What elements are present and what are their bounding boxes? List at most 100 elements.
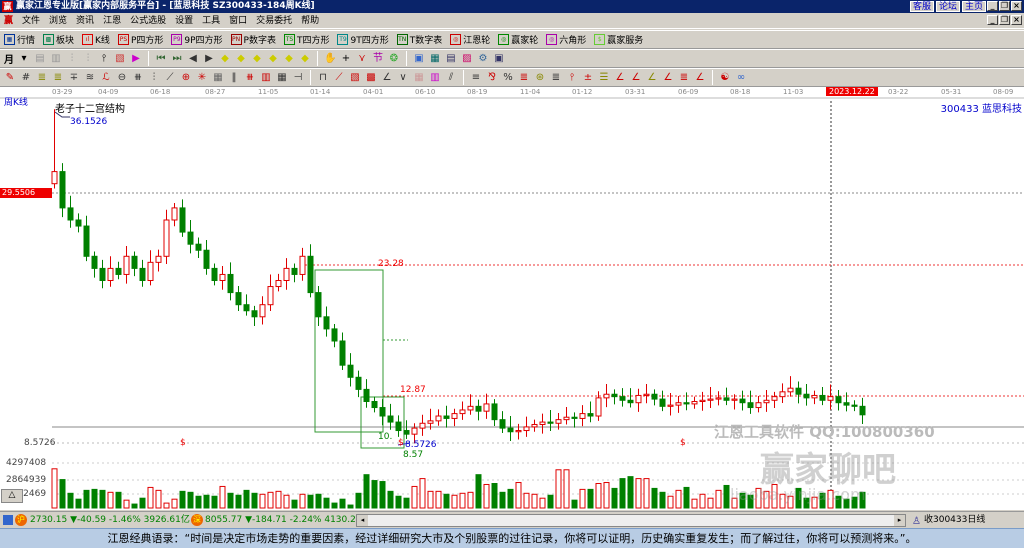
menu-news[interactable]: 资讯: [76, 13, 94, 28]
toolbar-button-p9-square[interactable]: P9 9P四方形: [171, 33, 223, 46]
angle2-icon[interactable]: ∠: [381, 72, 393, 84]
close-button[interactable]: ×: [1011, 1, 1022, 11]
flag-icon[interactable]: ▶: [130, 53, 142, 65]
levels-icon[interactable]: ≣: [550, 72, 562, 84]
bar-icon[interactable]: ⫶: [66, 53, 78, 65]
fib-icon[interactable]: ⫶: [148, 72, 160, 84]
ratio-icon[interactable]: ⅋: [486, 72, 498, 84]
toolbar-button-gann-wheel[interactable]: ◎ 江恩轮: [450, 33, 490, 46]
child-close-button[interactable]: ×: [1011, 15, 1022, 25]
restore-button[interactable]: ❐: [999, 1, 1010, 11]
collapse-toggle-icon[interactable]: △: [1, 489, 23, 503]
percent-icon[interactable]: %: [502, 72, 514, 84]
fan-red-icon[interactable]: ⟋: [333, 72, 345, 84]
menu-gann[interactable]: 江恩: [103, 13, 121, 28]
speed-icon[interactable]: ∓: [68, 72, 80, 84]
menu-file[interactable]: 文件: [22, 13, 40, 28]
last-icon[interactable]: ⏭: [171, 53, 183, 65]
calculator-icon[interactable]: ▦: [429, 53, 441, 65]
draw-line-icon[interactable]: ⋎: [356, 53, 368, 65]
toolbar-button-hexagon[interactable]: ◎ 六角形: [546, 33, 586, 46]
angle6-icon[interactable]: ∠: [662, 72, 674, 84]
child-minimize-button[interactable]: _: [987, 15, 998, 25]
matrix2-icon[interactable]: ▥: [429, 72, 441, 84]
save-icon[interactable]: ▨: [461, 53, 473, 65]
festival-icon[interactable]: 节: [372, 53, 384, 65]
chart-type-icon[interactable]: ▧: [114, 53, 126, 65]
pen-icon[interactable]: ✎: [4, 72, 16, 84]
next-icon[interactable]: ▶: [203, 53, 215, 65]
scroll-right-button[interactable]: ▸: [894, 515, 905, 526]
toolbar-button-market[interactable]: ▦ 行情: [4, 33, 35, 46]
vee-icon[interactable]: ∨: [397, 72, 409, 84]
box-icon[interactable]: ▦: [212, 72, 224, 84]
circle-icon[interactable]: ⊖: [116, 72, 128, 84]
grid-red-icon[interactable]: ▥: [260, 72, 272, 84]
zoom-out-icon[interactable]: ◆: [235, 53, 247, 65]
homepage-link[interactable]: 主页: [961, 1, 986, 12]
zoom-in-icon[interactable]: ◆: [219, 53, 231, 65]
toolbar-button-sector[interactable]: ▩ 板块: [43, 33, 74, 46]
gann-line-icon[interactable]: ℒ: [100, 72, 112, 84]
menu-help[interactable]: 帮助: [301, 13, 319, 28]
candle-icon[interactable]: ⫯: [98, 53, 110, 65]
scroll-left-button[interactable]: ◂: [357, 515, 368, 526]
matrix-icon[interactable]: ▦: [413, 72, 425, 84]
menu-settings[interactable]: 设置: [175, 13, 193, 28]
toolbar-button-t-number[interactable]: TN T数字表: [396, 33, 442, 46]
angle7-icon[interactable]: ∠: [694, 72, 706, 84]
fan2-icon[interactable]: ≣: [52, 72, 64, 84]
channel-icon[interactable]: ⧻: [132, 72, 144, 84]
toolbar-button-service[interactable]: $ 赢家服务: [594, 33, 643, 46]
levels2-icon[interactable]: ≣: [678, 72, 690, 84]
calendar-icon[interactable]: ▣: [413, 53, 425, 65]
toolbar-button-winner-wheel[interactable]: ◎ 赢家轮: [498, 33, 538, 46]
service-link[interactable]: 客服: [909, 1, 934, 12]
chevron-down-icon[interactable]: ▾: [18, 53, 30, 65]
toolbar-button-p-number[interactable]: PN P数字表: [230, 33, 276, 46]
cycle-icon[interactable]: ❂: [388, 53, 400, 65]
kline-chart[interactable]: 周K线 老子十二宫结构 300433 蓝思科技 36.1526 29.5506 …: [0, 87, 1024, 510]
minimize-button[interactable]: _: [987, 1, 998, 11]
zoom-d-icon[interactable]: ◆: [299, 53, 311, 65]
target-icon[interactable]: ⊕: [180, 72, 192, 84]
toolbar-button-p-square[interactable]: PS P四方形: [117, 33, 163, 46]
toolbar-button-t9-square[interactable]: T9 9T四方形: [337, 33, 389, 46]
toolbar-button-t-square[interactable]: TS T四方形: [283, 33, 329, 46]
period-select[interactable]: 月: [4, 51, 14, 66]
angle4-icon[interactable]: ∠: [630, 72, 642, 84]
gann-box-icon[interactable]: ⊓: [317, 72, 329, 84]
crosshair-icon[interactable]: +: [340, 53, 352, 65]
calculator-icon[interactable]: [3, 515, 13, 525]
toolbar-button-kline[interactable]: ıl K线: [82, 33, 110, 46]
yinyang-icon[interactable]: ☯: [719, 72, 731, 84]
parallel-icon[interactable]: #: [20, 72, 32, 84]
square2-icon[interactable]: ▩: [365, 72, 377, 84]
hand-icon[interactable]: ✋: [324, 53, 336, 65]
vertical-icon[interactable]: ‖: [228, 72, 240, 84]
plusminus-icon[interactable]: ±: [582, 72, 594, 84]
pct-lines-icon[interactable]: ≣: [518, 72, 530, 84]
angle5-icon[interactable]: ∠: [646, 72, 658, 84]
menu-trade[interactable]: 交易委托: [256, 13, 292, 28]
menu-window[interactable]: 窗口: [229, 13, 247, 28]
bars-icon[interactable]: ⫯: [566, 72, 578, 84]
exit-icon[interactable]: ▣: [493, 53, 505, 65]
menu-formula[interactable]: 公式选股: [130, 13, 166, 28]
square-icon[interactable]: ▧: [349, 72, 361, 84]
forum-link[interactable]: 论坛: [935, 1, 960, 12]
range-icon[interactable]: ⊣: [292, 72, 304, 84]
angle-icon[interactable]: ⟋: [164, 72, 176, 84]
table-icon[interactable]: ≡: [470, 72, 482, 84]
grid-black-icon[interactable]: ▦: [276, 72, 288, 84]
lines-icon[interactable]: ⫽: [445, 72, 457, 84]
prev-icon[interactable]: ◀: [187, 53, 199, 65]
report-icon[interactable]: ▤: [445, 53, 457, 65]
child-restore-button[interactable]: ❐: [999, 15, 1010, 25]
wave-icon[interactable]: ≋: [84, 72, 96, 84]
coin-icon[interactable]: ⊛: [534, 72, 546, 84]
menu-browse[interactable]: 浏览: [49, 13, 67, 28]
horizontal-scrollbar[interactable]: ◂ ▸: [356, 514, 906, 527]
list-icon[interactable]: ▥: [50, 53, 62, 65]
zoom-a-icon[interactable]: ◆: [251, 53, 263, 65]
